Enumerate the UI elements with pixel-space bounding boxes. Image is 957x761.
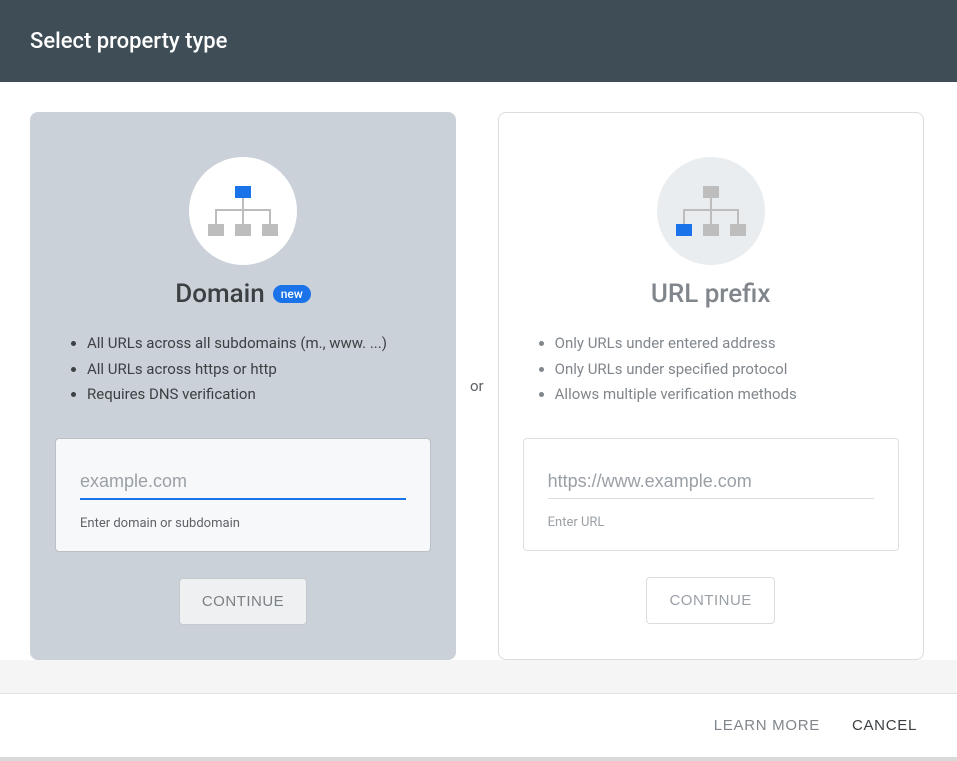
dialog-title: Select property type xyxy=(30,29,227,54)
new-badge: new xyxy=(273,285,311,303)
or-separator: or xyxy=(470,377,484,395)
property-type-selection: Domain new All URLs across all subdomain… xyxy=(0,82,957,660)
domain-title: Domain xyxy=(175,279,265,309)
url-prefix-feature-item: Allows multiple verification methods xyxy=(555,382,899,408)
dialog-header: Select property type xyxy=(0,0,957,82)
footer-shadow xyxy=(0,757,957,761)
url-prefix-input-container: Enter URL xyxy=(523,438,899,551)
url-prefix-card[interactable]: URL prefix Only URLs under entered addre… xyxy=(498,112,924,660)
url-prefix-input-helper: Enter URL xyxy=(548,515,874,530)
url-prefix-continue-button[interactable]: CONTINUE xyxy=(646,577,774,624)
sitemap-icon xyxy=(676,186,746,236)
sitemap-icon xyxy=(208,186,278,236)
url-prefix-icon-circle xyxy=(657,157,765,265)
domain-features: All URLs across all subdomains (m., www.… xyxy=(55,331,431,408)
domain-feature-item: All URLs across all subdomains (m., www.… xyxy=(87,331,431,357)
learn-more-button[interactable]: LEARN MORE xyxy=(714,717,820,734)
url-prefix-feature-item: Only URLs under entered address xyxy=(555,331,899,357)
cancel-button[interactable]: CANCEL xyxy=(852,717,917,734)
url-prefix-title: URL prefix xyxy=(651,279,771,309)
domain-icon-circle xyxy=(189,157,297,265)
url-prefix-input[interactable] xyxy=(548,465,874,499)
url-prefix-features: Only URLs under entered address Only URL… xyxy=(523,331,899,408)
domain-input-helper: Enter domain or subdomain xyxy=(80,516,406,531)
domain-input-container: Enter domain or subdomain xyxy=(55,438,431,552)
domain-input[interactable] xyxy=(80,465,406,500)
domain-card[interactable]: Domain new All URLs across all subdomain… xyxy=(30,112,456,660)
dialog-footer: LEARN MORE CANCEL xyxy=(0,693,957,757)
domain-feature-item: All URLs across https or http xyxy=(87,357,431,383)
domain-feature-item: Requires DNS verification xyxy=(87,382,431,408)
url-prefix-feature-item: Only URLs under specified protocol xyxy=(555,357,899,383)
domain-continue-button[interactable]: CONTINUE xyxy=(179,578,307,625)
